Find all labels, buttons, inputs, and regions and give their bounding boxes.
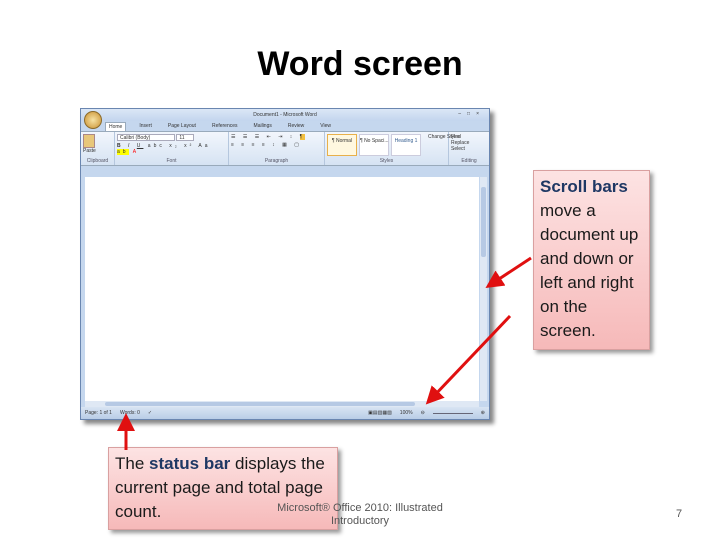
- slide-footer: Microsoft® Office 2010: Illustrated Intr…: [277, 502, 443, 527]
- arrow-to-vertical-scrollbar: [485, 256, 532, 288]
- arrow-to-horizontal-scrollbar: [425, 314, 512, 405]
- arrows: [117, 256, 532, 450]
- page-number: 7: [676, 508, 683, 520]
